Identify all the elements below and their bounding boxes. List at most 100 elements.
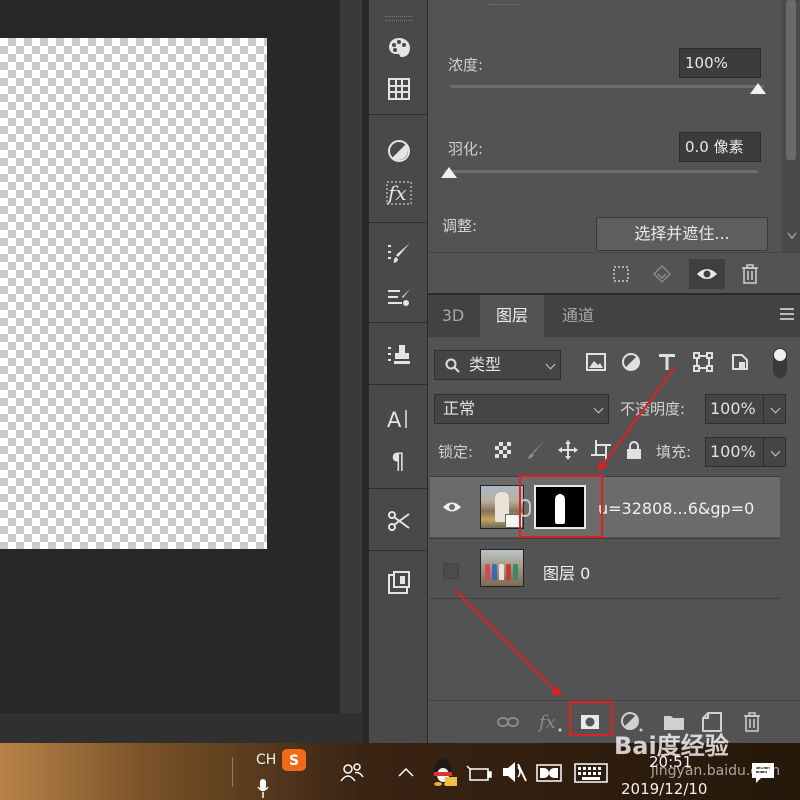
- styles-fx-icon[interactable]: fx: [384, 178, 414, 208]
- adjustments-icon[interactable]: [384, 136, 414, 166]
- thumbnail-person: [485, 564, 490, 580]
- mask-visibility-eye-icon[interactable]: [689, 259, 725, 289]
- lock-label: 锁定:: [438, 443, 474, 461]
- svg-text:¶: ¶: [391, 450, 405, 473]
- density-slider-track[interactable]: [450, 85, 764, 88]
- thumbnail-person: [499, 564, 504, 580]
- brush-settings-icon[interactable]: [384, 238, 414, 268]
- libraries-icon[interactable]: [384, 568, 414, 598]
- filter-kind-dropdown[interactable]: 类型: [434, 350, 561, 380]
- load-selection-icon[interactable]: [603, 259, 639, 289]
- density-slider-knob[interactable]: [750, 83, 766, 94]
- blend-mode-dropdown[interactable]: 正常: [434, 394, 609, 424]
- tab-3d[interactable]: 3D: [428, 295, 478, 337]
- filter-adjustment-icon[interactable]: [619, 350, 643, 374]
- sogou-ime-icon[interactable]: S: [282, 749, 306, 771]
- thumbnail-person: [492, 564, 497, 580]
- taskbar-divider: [232, 757, 233, 787]
- lock-position-move-icon[interactable]: [557, 439, 579, 461]
- delete-layer-trash-icon[interactable]: [738, 709, 766, 735]
- panel-icon-strip: fx A ¶: [368, 0, 429, 743]
- feather-input[interactable]: 0.0 像素: [679, 132, 761, 162]
- chevron-down-icon: [593, 403, 604, 414]
- select-and-mask-button[interactable]: 选择并遮住...: [596, 217, 768, 251]
- brush-presets-icon[interactable]: [384, 282, 414, 312]
- svg-text:fx: fx: [537, 712, 556, 733]
- layer-name[interactable]: u=32808...6&gp=0: [598, 499, 754, 518]
- chevron-down-icon: [770, 446, 781, 457]
- fill-input[interactable]: 100%: [705, 437, 786, 467]
- density-input[interactable]: 100%: [679, 48, 761, 78]
- dolby-audio-icon[interactable]: [536, 763, 562, 783]
- layer-visibility-toggle[interactable]: [443, 563, 459, 579]
- properties-scrollbar-thumb[interactable]: [786, 0, 796, 160]
- paragraph-icon[interactable]: ¶: [384, 446, 414, 476]
- lock-all-padlock-icon[interactable]: [623, 439, 645, 461]
- link-layers-icon[interactable]: [494, 709, 522, 735]
- fill-value: 100%: [710, 442, 756, 461]
- feather-slider-knob[interactable]: [441, 167, 457, 178]
- svg-text:A: A: [387, 408, 402, 431]
- properties-grip[interactable]: [488, 0, 522, 5]
- canvas-vertical-scrollbar[interactable]: [340, 0, 362, 713]
- filter-shape-icon[interactable]: [691, 350, 715, 374]
- panel-grip[interactable]: [385, 16, 413, 21]
- filter-kind-value: 类型: [469, 355, 502, 374]
- delete-mask-trash-icon[interactable]: [732, 259, 768, 289]
- apply-mask-icon[interactable]: [644, 259, 680, 289]
- lock-image-pixels-brush-icon[interactable]: [525, 439, 547, 461]
- properties-scrollbar[interactable]: [782, 0, 800, 252]
- opacity-value: 100%: [710, 399, 756, 418]
- people-contacts-icon[interactable]: [340, 761, 364, 783]
- layer-thumbnail[interactable]: [480, 549, 524, 587]
- qq-penguin-icon[interactable]: [428, 757, 458, 787]
- transparent-canvas[interactable]: [0, 38, 267, 549]
- baidu-watermark-logo: Bai度经验: [614, 732, 729, 760]
- filter-toggle[interactable]: [773, 348, 787, 378]
- scroll-down-chevron-icon[interactable]: [786, 231, 798, 241]
- touch-keyboard-icon[interactable]: [574, 763, 608, 783]
- tab-layers[interactable]: 图层: [480, 295, 544, 337]
- svg-text:S: S: [289, 753, 299, 768]
- grid-swatches-icon[interactable]: [384, 74, 414, 104]
- ime-indicator[interactable]: CH: [256, 752, 276, 768]
- clone-source-icon[interactable]: [384, 340, 414, 370]
- swatches-palette-icon[interactable]: [384, 32, 414, 62]
- layer-styles-fx-icon[interactable]: fx: [536, 709, 564, 735]
- density-label: 浓度:: [448, 56, 484, 74]
- lock-artboard-icon[interactable]: [590, 439, 612, 461]
- tab-channels[interactable]: 通道: [546, 295, 610, 337]
- layer-visibility-eye-icon[interactable]: [440, 495, 464, 519]
- panel-menu-icon[interactable]: [780, 308, 794, 320]
- mask-highlight-box: [519, 475, 603, 538]
- opacity-input[interactable]: 100%: [705, 394, 786, 424]
- thumbnail-people: [483, 560, 521, 580]
- blend-mode-value: 正常: [443, 399, 476, 418]
- thumbnail-person: [513, 564, 518, 580]
- microphone-icon[interactable]: [255, 779, 271, 799]
- layer-name[interactable]: 图层 0: [543, 560, 590, 584]
- layer-row[interactable]: 图层 0: [430, 538, 780, 599]
- feather-label: 羽化:: [448, 140, 484, 158]
- character-icon[interactable]: A: [384, 404, 414, 434]
- feather-slider-track[interactable]: [444, 170, 758, 173]
- add-mask-highlight-box: [569, 701, 613, 736]
- document-canvas-area[interactable]: [0, 0, 340, 743]
- show-hidden-icons-chevron-icon[interactable]: [396, 765, 416, 779]
- properties-footer: [428, 252, 800, 293]
- clock-date[interactable]: 2019/12/10: [621, 780, 707, 798]
- volume-speaker-icon[interactable]: [500, 759, 528, 785]
- tool-presets-icon[interactable]: [384, 506, 414, 536]
- opacity-divider: [763, 394, 764, 424]
- layer-thumbnail[interactable]: [480, 485, 524, 529]
- opacity-label: 不透明度:: [620, 400, 686, 418]
- filter-type-icon[interactable]: [655, 350, 679, 374]
- battery-power-icon[interactable]: [466, 765, 492, 783]
- svg-text:fx: fx: [386, 181, 407, 205]
- fill-label: 填充:: [656, 443, 692, 461]
- lock-transparent-pixels-icon[interactable]: [492, 439, 514, 461]
- filter-pixel-image-icon[interactable]: [584, 350, 608, 374]
- filter-smart-object-icon[interactable]: [728, 350, 752, 374]
- layer-row[interactable]: u=32808...6&gp=0: [430, 476, 780, 537]
- canvas-horizontal-scrollbar[interactable]: [0, 713, 362, 743]
